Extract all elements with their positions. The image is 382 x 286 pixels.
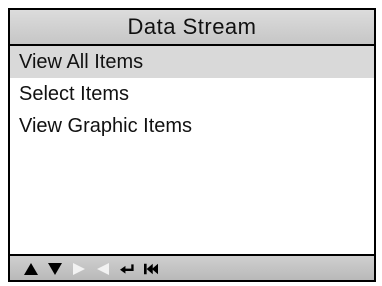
menu-item-view-graphic-items[interactable]: View Graphic Items xyxy=(10,110,374,142)
menu-list: View All Items Select Items View Graphic… xyxy=(10,46,374,142)
right-arrow-icon xyxy=(72,261,86,277)
menu-item-label: View All Items xyxy=(19,51,144,73)
skip-back-icon[interactable] xyxy=(144,261,158,277)
menu-item-label: Select Items xyxy=(19,83,130,105)
page-title: Data Stream xyxy=(127,14,257,39)
footer-bar xyxy=(10,254,374,280)
enter-icon[interactable] xyxy=(120,261,134,277)
menu-item-view-all-items[interactable]: View All Items xyxy=(10,46,374,78)
menu-item-select-items[interactable]: Select Items xyxy=(10,78,374,110)
title-bar: Data Stream xyxy=(10,10,374,46)
left-arrow-icon xyxy=(96,261,110,277)
footer-icons xyxy=(24,260,158,278)
up-arrow-icon[interactable] xyxy=(24,261,38,277)
down-arrow-icon[interactable] xyxy=(48,261,62,277)
menu-item-label: View Graphic Items xyxy=(19,115,193,137)
device-screen: Data Stream View All Items Select Items … xyxy=(8,8,376,282)
